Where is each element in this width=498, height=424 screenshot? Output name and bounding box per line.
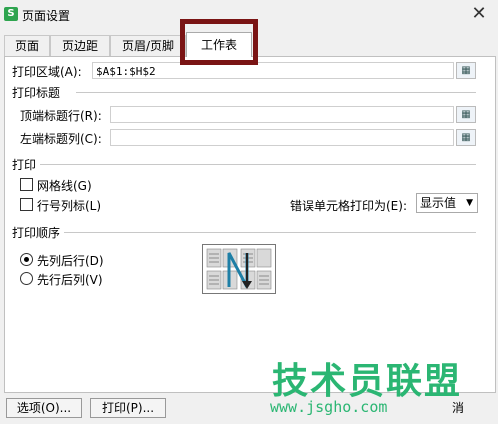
over-then-down-label: 先行后列(V) [37,273,103,287]
options-button[interactable]: 选项(O)... [6,398,82,418]
print-button[interactable]: 打印(P)... [90,398,166,418]
watermark-url: www.jsgho.com [270,398,388,416]
page-order-preview-icon [202,244,276,294]
left-cols-input[interactable] [110,129,454,146]
cancel-button[interactable]: 消 [452,399,464,416]
divider [40,164,476,165]
down-then-over-label: 先列后行(D) [37,254,104,268]
left-cols-label: 左端标题列(C): [20,132,102,146]
print-area-input[interactable]: $A$1:$H$2 [92,62,454,79]
tab-margins[interactable]: 页边距 [50,35,110,56]
row-col-headers-checkbox[interactable] [20,198,33,211]
range-picker-icon[interactable]: ▦ [456,106,476,123]
down-then-over-radio[interactable] [20,253,33,266]
print-area-label: 打印区域(A): [12,65,82,79]
divider [64,232,476,233]
cell-errors-value: 显示值 [420,196,457,210]
window-title: 页面设置 [22,9,71,23]
divider [76,92,476,93]
tab-page[interactable]: 页面 [4,35,50,56]
chevron-down-icon: ▼ [466,198,473,208]
top-rows-label: 顶端标题行(R): [20,109,102,123]
over-then-down-radio[interactable] [20,272,33,285]
tab-header-footer[interactable]: 页眉/页脚 [110,35,186,56]
gridlines-checkbox[interactable] [20,178,33,191]
highlight-box [180,19,258,65]
watermark-text: 技术员联盟 [272,361,463,402]
top-rows-input[interactable] [110,106,454,123]
page-order-heading: 打印顺序 [12,226,61,240]
cell-errors-select[interactable]: 显示值 ▼ [416,193,478,213]
row-col-headers-label: 行号列标(L) [37,199,102,213]
close-icon[interactable]: ✕ [468,3,490,25]
range-picker-icon[interactable]: ▦ [456,62,476,79]
wps-app-icon: S [4,7,18,21]
cell-errors-label: 错误单元格打印为(E): [290,199,407,213]
range-picker-icon[interactable]: ▦ [456,129,476,146]
print-heading: 打印 [12,158,37,172]
print-titles-heading: 打印标题 [12,86,61,100]
gridlines-label: 网格线(G) [37,179,92,193]
